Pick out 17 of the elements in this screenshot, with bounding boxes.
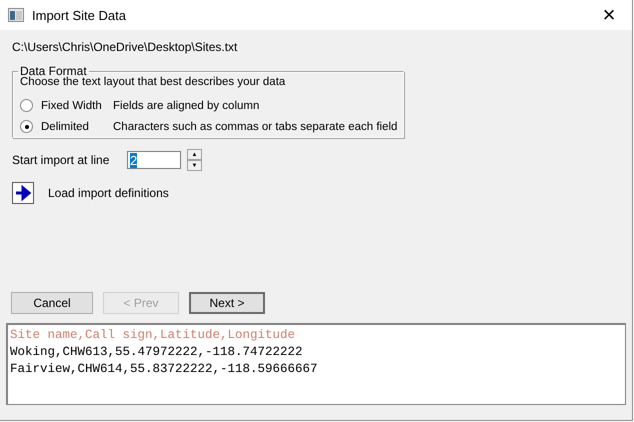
radio-label[interactable]: Delimited (41, 120, 113, 132)
preview-line: Fairview,CHW614,55.83722222,-118.59666667 (10, 361, 319, 378)
window-title: Import Site Data (32, 8, 127, 22)
radio-label[interactable]: Fixed Width (41, 100, 113, 112)
start-line-label: Start import at line (12, 153, 110, 167)
group-title: Data Format (19, 64, 87, 78)
close-button[interactable]: × (586, 0, 632, 30)
preview-line: Site name,Call sign,Latitude,Longitude (10, 327, 296, 344)
preview-line: Woking,CHW613,55.47972222,-118.74722222 (10, 344, 304, 361)
wizard-button[interactable]: Cancel (11, 292, 93, 314)
load-definitions-label: Load import definitions (48, 186, 169, 200)
group-prompt: Choose the text layout that best describes your data (20, 76, 286, 90)
wizard-button[interactable]: Next > (189, 292, 265, 314)
file-path: C:\Users\Chris\OneDrive\Desktop\Sites.txt (12, 40, 238, 56)
start-line-field[interactable]: 2 (127, 151, 181, 169)
option-description: Fields are aligned by column (113, 100, 260, 112)
option-description: Characters such as commas or tabs separate each field (113, 120, 398, 132)
